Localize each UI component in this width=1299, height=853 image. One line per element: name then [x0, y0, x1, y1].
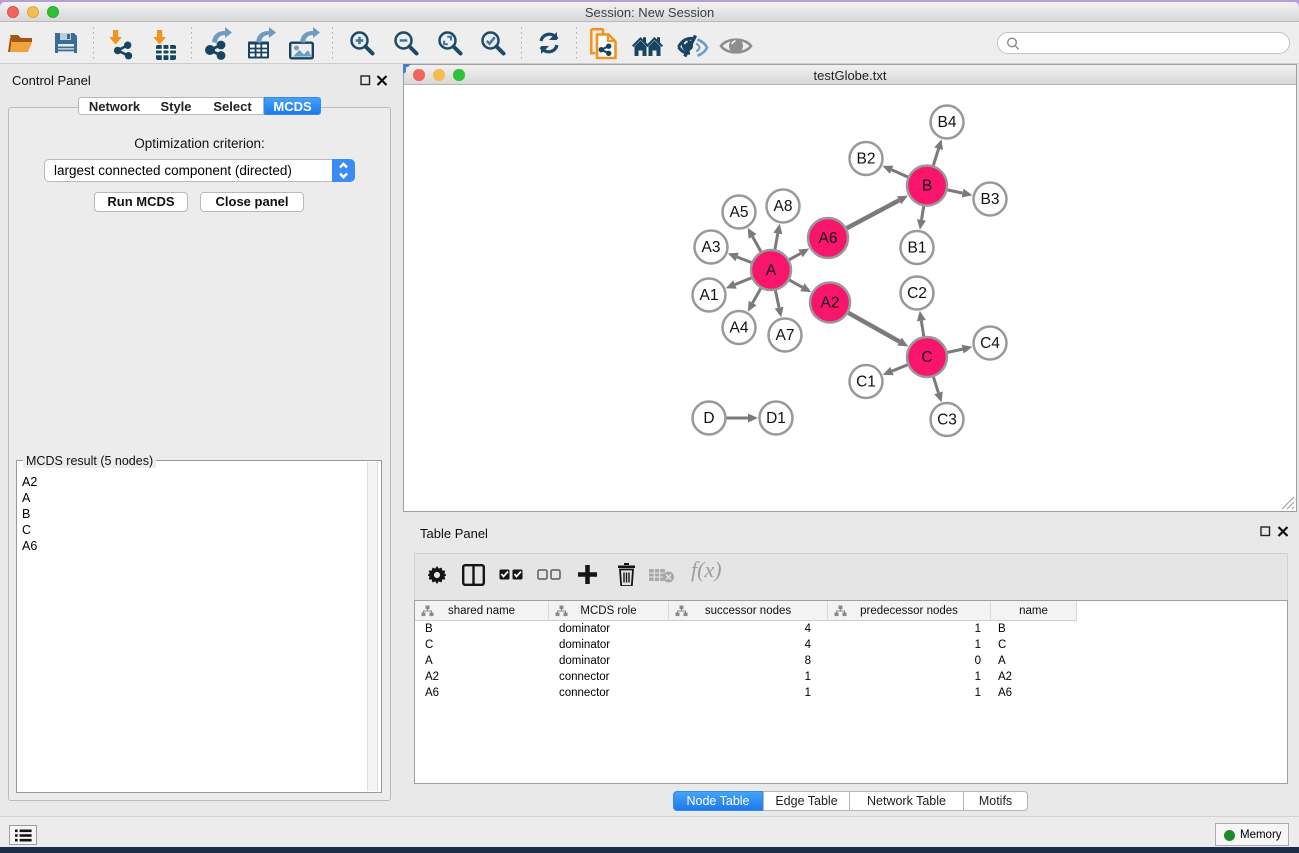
svg-text:A3: A3 [702, 239, 721, 256]
svg-text:C4: C4 [980, 335, 1000, 352]
svg-text:B: B [922, 178, 932, 195]
svg-text:C2: C2 [907, 285, 927, 302]
svg-text:A4: A4 [730, 320, 749, 337]
svg-text:A1: A1 [700, 287, 719, 304]
svg-text:A6: A6 [819, 230, 838, 247]
svg-text:D: D [703, 410, 714, 427]
svg-text:B1: B1 [908, 240, 927, 257]
svg-text:B4: B4 [938, 114, 957, 131]
svg-text:D1: D1 [766, 410, 786, 427]
svg-text:A: A [766, 262, 777, 279]
svg-text:C1: C1 [856, 374, 876, 391]
svg-text:A2: A2 [821, 295, 840, 312]
svg-text:A5: A5 [730, 204, 749, 221]
svg-text:A7: A7 [776, 327, 795, 344]
svg-text:A8: A8 [774, 198, 793, 215]
svg-text:C: C [921, 349, 932, 366]
svg-text:C3: C3 [937, 412, 957, 429]
svg-text:B2: B2 [857, 151, 876, 168]
svg-text:B3: B3 [981, 191, 1000, 208]
